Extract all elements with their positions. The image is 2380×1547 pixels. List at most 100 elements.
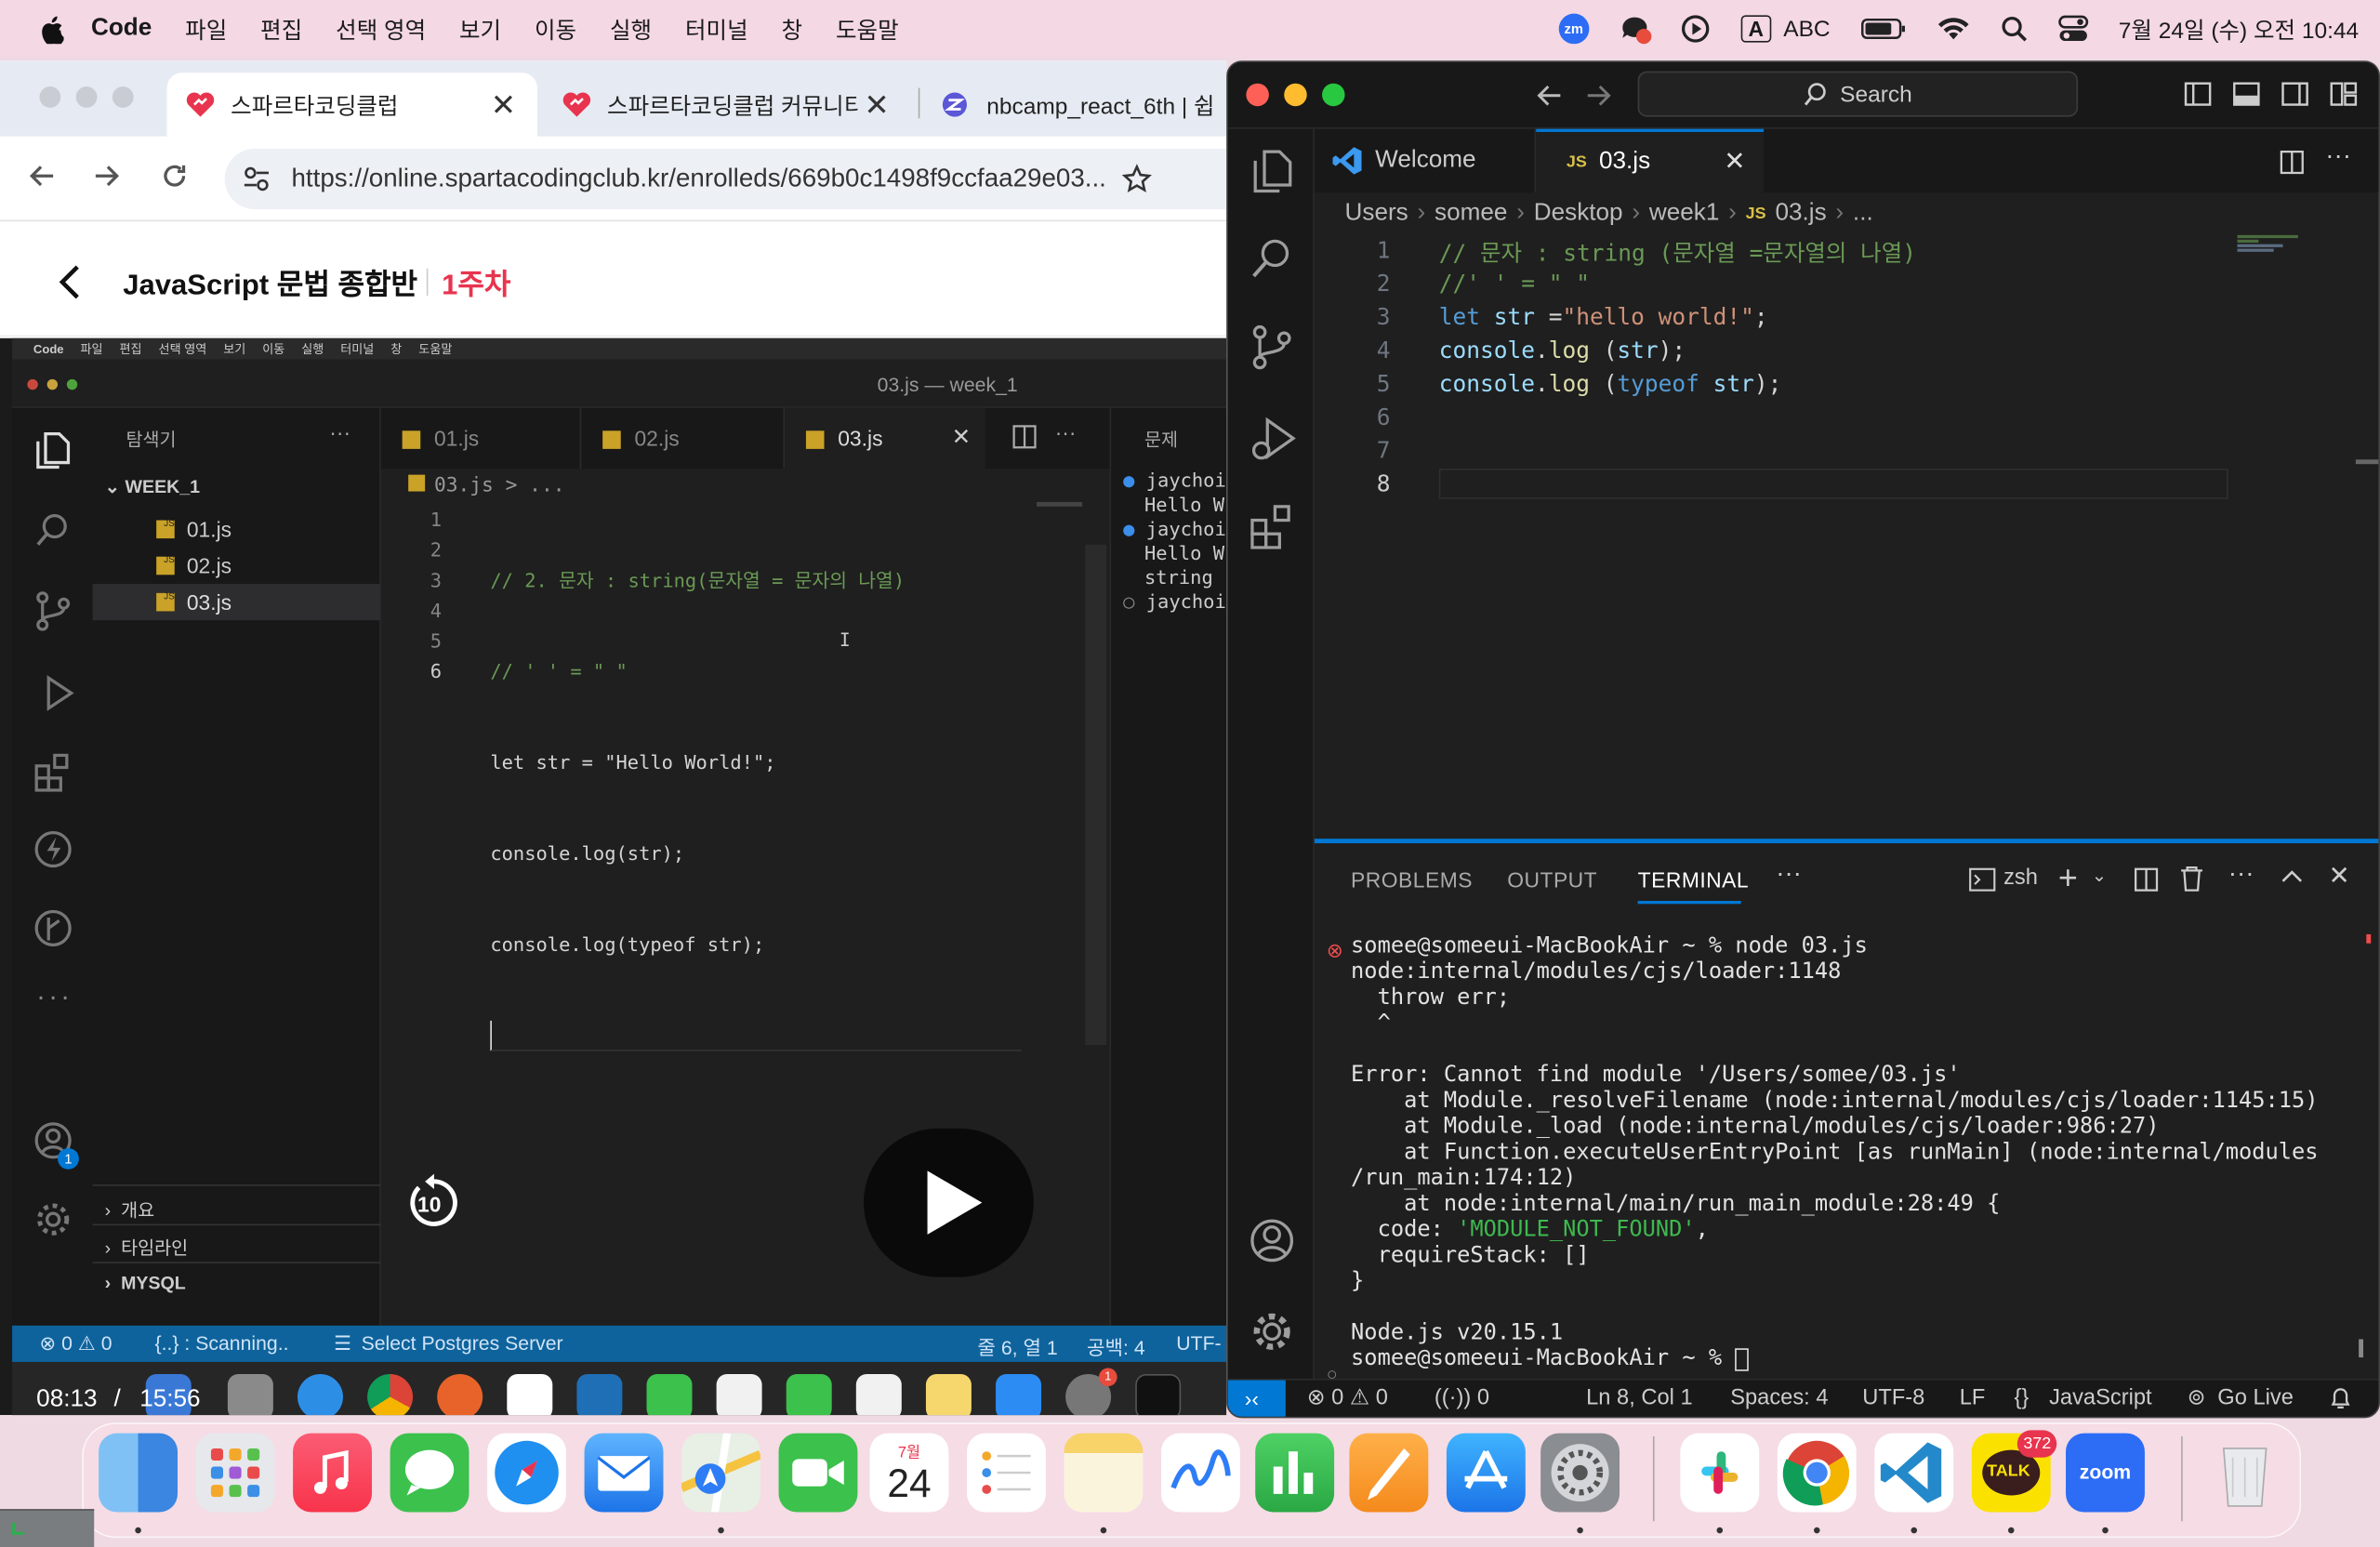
- input-source-a-icon[interactable]: A: [1740, 15, 1772, 43]
- control-center-icon[interactable]: [2057, 15, 2088, 42]
- breadcrumb-item[interactable]: ...: [1853, 200, 1873, 227]
- spotlight-search-icon[interactable]: [2000, 15, 2027, 42]
- launchpad-icon[interactable]: [195, 1433, 275, 1513]
- wifi-icon[interactable]: [1937, 17, 1970, 41]
- toggle-sidebar-icon[interactable]: [2184, 82, 2212, 106]
- finder-icon[interactable]: [99, 1433, 178, 1513]
- run-debug-icon[interactable]: [1250, 414, 1298, 462]
- mail-icon[interactable]: [584, 1433, 664, 1513]
- messages-icon[interactable]: [390, 1433, 469, 1513]
- tab-terminal[interactable]: TERMINAL: [1638, 867, 1749, 892]
- tab-output[interactable]: OUTPUT: [1507, 867, 1597, 892]
- breadcrumb-item[interactable]: Users: [1345, 200, 1408, 227]
- calendar-icon[interactable]: 7월 24: [869, 1433, 949, 1513]
- split-terminal-icon[interactable]: [2134, 867, 2159, 892]
- facetime-icon[interactable]: [778, 1433, 858, 1513]
- url-field[interactable]: https://online.spartacodingclub.kr/enrol…: [224, 148, 1227, 210]
- vscode-icon[interactable]: [1874, 1433, 1954, 1513]
- search-icon[interactable]: [1250, 235, 1295, 281]
- menu-edit[interactable]: 편집: [260, 13, 302, 45]
- status-ports[interactable]: ((·)) 0: [1435, 1386, 1489, 1410]
- notes-icon[interactable]: [1064, 1433, 1144, 1513]
- battery-icon[interactable]: [1860, 18, 1906, 40]
- system-settings-icon[interactable]: [1540, 1433, 1620, 1513]
- menu-terminal[interactable]: 터미널: [685, 13, 748, 45]
- menu-file[interactable]: 파일: [185, 13, 227, 45]
- clock-datetime[interactable]: 7월 24일 (수) 오전 10:44: [2119, 13, 2359, 45]
- numbers-icon[interactable]: [1255, 1433, 1335, 1513]
- apple-icon[interactable]: [39, 14, 64, 44]
- trash-icon[interactable]: [2179, 865, 2203, 892]
- chevron-down-icon[interactable]: ⌄: [2092, 865, 2107, 886]
- browser-tab-sparta[interactable]: 스파르타코딩클럽 ✕: [166, 73, 537, 137]
- reminders-icon[interactable]: [966, 1433, 1046, 1513]
- status-encoding[interactable]: UTF-8: [1862, 1386, 1924, 1410]
- toggle-panel-icon[interactable]: [2233, 82, 2260, 106]
- panel-more-icon[interactable]: ···: [1776, 858, 1802, 889]
- terminal-shell-icon[interactable]: [1969, 867, 1996, 892]
- terminal-more-icon[interactable]: ···: [2228, 858, 2254, 889]
- menu-window[interactable]: 창: [782, 13, 803, 45]
- source-control-icon[interactable]: [1250, 323, 1295, 371]
- breadcrumb-item[interactable]: somee: [1435, 200, 1507, 227]
- appstore-icon[interactable]: [1446, 1433, 1526, 1513]
- status-problems[interactable]: ⊗ 0 ⚠ 0: [1307, 1386, 1388, 1410]
- slack-icon[interactable]: [1680, 1433, 1760, 1513]
- command-search-box[interactable]: Search: [1637, 71, 2079, 117]
- status-language[interactable]: JavaScript: [2049, 1386, 2152, 1410]
- menu-app-name[interactable]: Code: [91, 15, 152, 42]
- back-arrow-icon[interactable]: [1535, 80, 1566, 111]
- forward-arrow-icon[interactable]: [91, 161, 122, 192]
- breadcrumb-item[interactable]: week1: [1649, 200, 1720, 227]
- minimize-window-button[interactable]: [1284, 83, 1307, 107]
- menu-help[interactable]: 도움말: [836, 13, 899, 45]
- forward-arrow-icon[interactable]: [1583, 80, 1614, 111]
- bookmark-star-icon[interactable]: [1121, 164, 1152, 194]
- close-window-button[interactable]: [1246, 83, 1269, 107]
- toggle-secondary-sidebar-icon[interactable]: [2281, 82, 2308, 106]
- menu-selection[interactable]: 선택 영역: [336, 13, 426, 45]
- tab-problems[interactable]: PROBLEMS: [1351, 867, 1473, 892]
- new-terminal-icon[interactable]: +: [2058, 858, 2078, 897]
- browser-tab-nbcamp[interactable]: nbcamp_react_6th | 쉽: [923, 73, 1227, 137]
- code-editor[interactable]: 1 2 3 4 5 6 7 8 // 문자 : string (문자열 =문자열…: [1315, 232, 2379, 840]
- split-editor-icon[interactable]: [2280, 150, 2304, 175]
- zoom-menubar-icon[interactable]: zm: [1558, 13, 1590, 45]
- account-icon[interactable]: [1250, 1218, 1295, 1263]
- status-golive[interactable]: Go Live: [2217, 1386, 2294, 1410]
- play-circle-icon[interactable]: [1680, 14, 1711, 45]
- chat-notification-icon[interactable]: [1620, 15, 1651, 45]
- more-actions-icon[interactable]: ···: [2325, 141, 2351, 172]
- extensions-icon[interactable]: [1250, 502, 1298, 550]
- browser-tab-community[interactable]: 스파르타코딩클럽 커뮤니티 ✕: [543, 73, 907, 137]
- minimap[interactable]: [2237, 232, 2317, 254]
- close-panel-icon[interactable]: ✕: [2328, 862, 2349, 892]
- menu-run[interactable]: 실행: [610, 13, 652, 45]
- close-tab-icon[interactable]: ✕: [491, 86, 516, 124]
- maximize-window-button[interactable]: [1322, 83, 1345, 107]
- freeform-icon[interactable]: [1160, 1433, 1240, 1513]
- maximize-panel-icon[interactable]: [2280, 865, 2304, 889]
- settings-gear-icon[interactable]: [1250, 1309, 1295, 1355]
- url-text[interactable]: https://online.spartacodingclub.kr/enrol…: [291, 164, 1105, 194]
- customize-layout-icon[interactable]: [2330, 82, 2358, 106]
- explorer-files-icon[interactable]: [1250, 147, 1295, 195]
- pages-icon[interactable]: [1349, 1433, 1429, 1513]
- minimize-window-button[interactable]: [75, 86, 98, 108]
- chrome-icon[interactable]: [1777, 1433, 1857, 1513]
- music-icon[interactable]: [293, 1433, 372, 1513]
- maximize-window-button[interactable]: [112, 86, 134, 108]
- menu-go[interactable]: 이동: [535, 13, 576, 45]
- close-window-button[interactable]: [39, 86, 61, 108]
- reload-icon[interactable]: [159, 161, 190, 192]
- status-eol[interactable]: LF: [1960, 1386, 1986, 1410]
- lecture-video-player[interactable]: Code 파일 편집 선택 영역 보기 이동 실행 터미널 창 도움말 03.j…: [0, 337, 1227, 1416]
- tab-03js[interactable]: JS 03.js ✕: [1536, 128, 1765, 193]
- close-tab-icon[interactable]: ✕: [864, 86, 889, 124]
- tab-welcome[interactable]: Welcome: [1315, 128, 1537, 193]
- status-position[interactable]: Ln 8, Col 1: [1586, 1386, 1693, 1410]
- safari-icon[interactable]: [487, 1433, 566, 1513]
- menu-view[interactable]: 보기: [459, 13, 501, 45]
- zoom-icon[interactable]: zoom: [2066, 1433, 2145, 1513]
- site-settings-icon[interactable]: [243, 166, 270, 192]
